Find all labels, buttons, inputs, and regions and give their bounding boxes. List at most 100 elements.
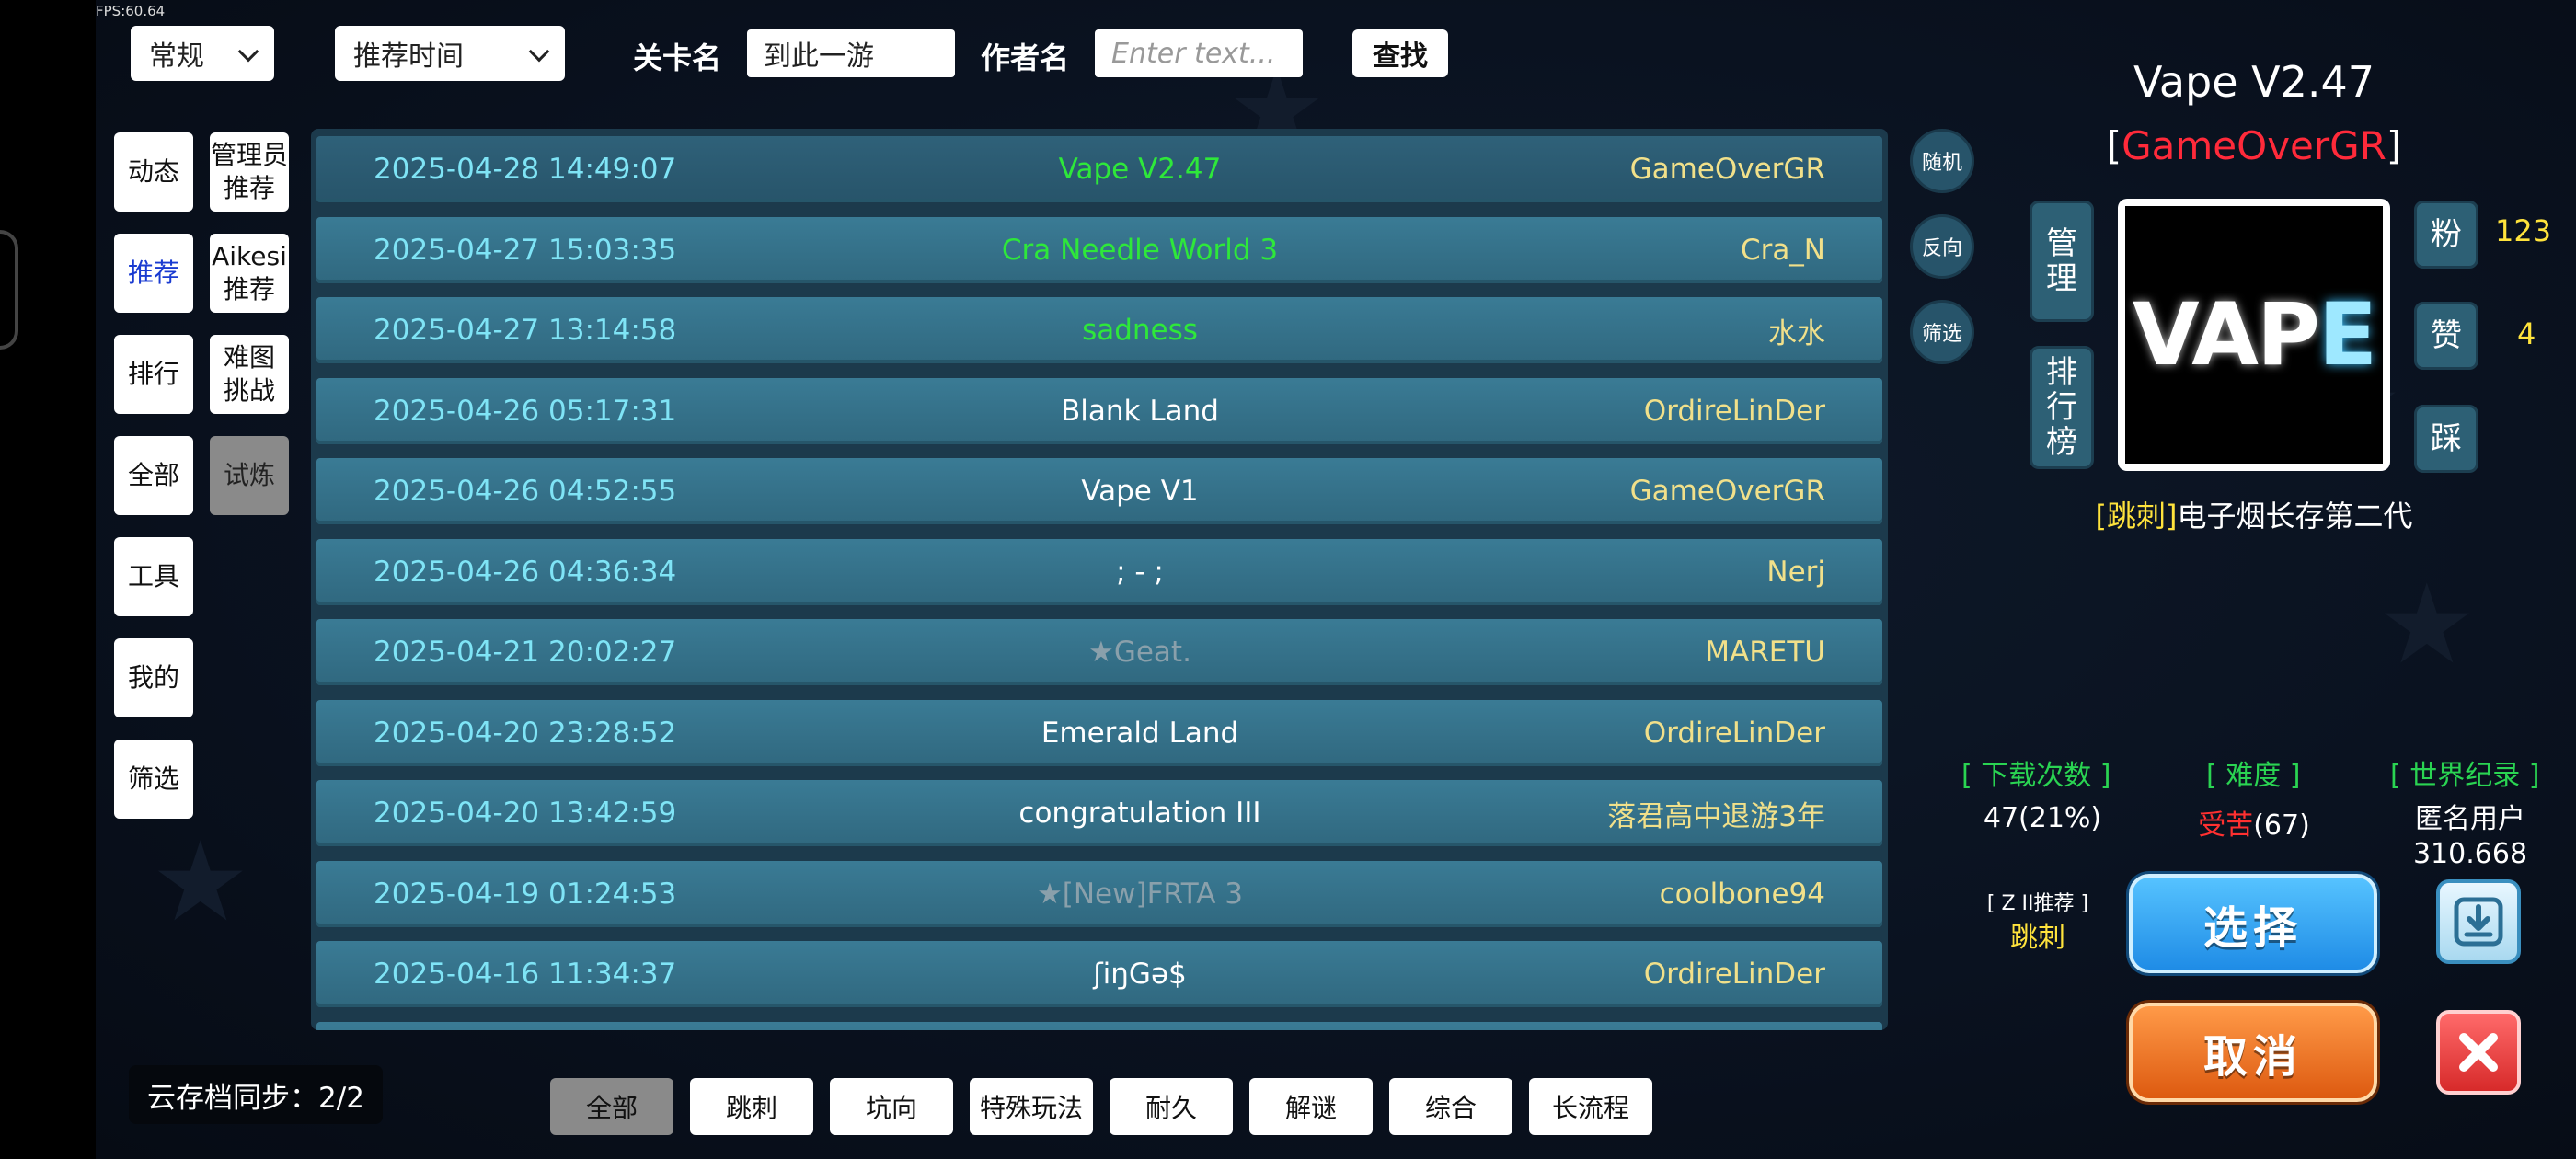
list-row[interactable]: 2025-04-20 13:42:59 congratulation III 落君高… [316, 780, 1882, 846]
chevron-down-icon [237, 40, 259, 63]
row-date: 2025-04-26 04:52:55 [374, 475, 677, 508]
list-row[interactable]: 2025-04-26 05:17:31 Blank Land OrdireLinDe… [316, 377, 1882, 444]
tab-admin-recommend[interactable]: 管理员 推荐 [210, 132, 289, 212]
chevron-down-icon [528, 40, 550, 63]
row-title: Vape V2.47 [1058, 153, 1222, 186]
row-author: coolbone94 [1659, 877, 1825, 911]
tab-dynamic[interactable]: 动态 [114, 132, 193, 212]
list-row[interactable]: 2025-04-19 01:24:53 ★[New]FRTA 3 coolbone9… [316, 860, 1882, 927]
tab-trial[interactable]: 试炼 [210, 436, 289, 515]
category-all[interactable]: 全部 [550, 1078, 673, 1135]
category-special[interactable]: 特殊玩法 [970, 1078, 1093, 1135]
tab-label-line: Aikesi [212, 241, 287, 271]
row-date: 2025-04-16 11:34:37 [374, 958, 677, 991]
row-author: 水水 [1768, 316, 1825, 350]
row-date: 2025-04-26 04:36:34 [374, 555, 677, 589]
leaderboard-button[interactable]: 排行榜 [2030, 346, 2094, 469]
cloud-sync-status: 云存档同步：2/2 [129, 1065, 383, 1124]
row-date: 2025-04-21 20:02:27 [374, 636, 677, 669]
device-notch [0, 230, 18, 350]
dislike-button[interactable]: 踩 [2414, 405, 2478, 473]
like-button[interactable]: 赞 [2414, 302, 2478, 370]
difficulty-heading: [ 难度 ] [2206, 760, 2301, 792]
level-description: [跳刺]电子烟长存第二代 [2006, 493, 2502, 535]
category-trap[interactable]: 坑向 [830, 1078, 953, 1135]
record-time: 310.668 [2412, 838, 2528, 870]
row-date: 2025-04-27 15:03:35 [374, 233, 677, 267]
fans-button[interactable]: 粉 [2414, 201, 2478, 269]
tab-mine[interactable]: 我的 [114, 638, 193, 717]
category-long[interactable]: 长流程 [1529, 1078, 1652, 1135]
level-title: Vape V2.47 [2133, 57, 2375, 107]
row-author: GameOverGR [1629, 475, 1825, 508]
level-tag: [跳刺] [2095, 499, 2178, 534]
close-button[interactable] [2436, 1010, 2521, 1095]
mode-dropdown[interactable]: 常规 [131, 26, 274, 81]
row-author: Nerj [1766, 555, 1825, 589]
list-row[interactable]: 2025-04-27 15:03:35 Cra Needle World 3 Cra… [316, 216, 1882, 283]
row-author: GameOverGR [1629, 153, 1825, 186]
list-row-partial [316, 1021, 1882, 1030]
tab-ranking[interactable]: 排行 [114, 335, 193, 414]
filter-round-button[interactable]: 筛选 [1910, 300, 1974, 364]
reverse-button[interactable]: 反向 [1910, 214, 1974, 279]
list-row[interactable]: 2025-04-28 14:49:07 Vape V2.47 GameOverGR [316, 136, 1882, 202]
download-button[interactable] [2436, 879, 2521, 964]
level-author[interactable]: [GameOverGR] [2006, 123, 2502, 168]
level-list[interactable]: 2025-04-28 14:49:07 Vape V2.47 GameOverGR 2… [311, 129, 1888, 1030]
cancel-button[interactable]: 取消 [2129, 1003, 2377, 1102]
row-author: 落君高中退游3年 [1607, 799, 1825, 833]
leaderboard-label: 排行榜 [2046, 354, 2077, 461]
row-title: ʃiŋGə$ [1093, 958, 1187, 991]
list-row[interactable]: 2025-04-21 20:02:27 ★Geat. MARETU [316, 619, 1882, 685]
recommend-tag: 跳刺 [2010, 922, 2065, 954]
category-endurance[interactable]: 耐久 [1110, 1078, 1233, 1135]
author-input[interactable] [1095, 29, 1303, 77]
manage-label: 管理 [2046, 225, 2077, 297]
screen: ★ ★ ★ ★ ★ FPS:60.64 常规 推荐时间 关卡名 作者名 查找 动… [0, 0, 2576, 1159]
author-label: 作者名 [981, 40, 1070, 75]
random-button[interactable]: 随机 [1910, 129, 1974, 193]
row-title: sadness [1082, 314, 1198, 347]
list-row[interactable]: 2025-04-16 11:34:37 ʃiŋGə$ OrdireLinDer [316, 941, 1882, 1007]
manage-button[interactable]: 管理 [2030, 201, 2094, 322]
thumbnail-text-main: VAP [2132, 284, 2320, 385]
thumbnail-art: VAPE [2125, 206, 2383, 464]
recommender-label: [ Z II推荐 ] [1986, 892, 2089, 915]
downloads-heading: [ 下载次数 ] [1961, 760, 2111, 792]
close-icon [2459, 1033, 2498, 1072]
list-row[interactable]: 2025-04-26 04:36:34 ; - ; Nerj [316, 538, 1882, 605]
fps-counter: FPS:60.64 [96, 3, 166, 19]
level-name-input[interactable] [747, 29, 955, 77]
level-desc-text: 电子烟长存第二代 [2177, 499, 2413, 534]
sort-dropdown-value: 推荐时间 [353, 40, 464, 73]
row-author: Cra_N [1740, 233, 1825, 267]
list-row[interactable]: 2025-04-27 13:14:58 sadness 水水 [316, 297, 1882, 363]
category-puzzle[interactable]: 解谜 [1249, 1078, 1373, 1135]
downloads-value: 47(21%) [1983, 802, 2102, 834]
record-heading: [ 世界纪录 ] [2390, 760, 2540, 792]
tab-tools[interactable]: 工具 [114, 537, 193, 616]
tab-all[interactable]: 全部 [114, 436, 193, 515]
list-row[interactable]: 2025-04-26 04:52:55 Vape V1 GameOverGR [316, 458, 1882, 524]
difficulty-number: (67) [2253, 809, 2310, 842]
row-author: OrdireLinDer [1643, 394, 1825, 428]
search-button[interactable]: 查找 [1352, 29, 1448, 77]
tab-recommend[interactable]: 推荐 [114, 234, 193, 313]
row-title: ★Geat. [1088, 636, 1191, 669]
fans-count: 123 [2495, 213, 2552, 248]
tab-filter[interactable]: 筛选 [114, 740, 193, 819]
row-title: ★[New]FRTA 3 [1036, 877, 1244, 911]
row-author: OrdireLinDer [1643, 716, 1825, 750]
sort-dropdown[interactable]: 推荐时间 [335, 26, 565, 81]
level-name-label: 关卡名 [633, 40, 722, 75]
row-date: 2025-04-26 05:17:31 [374, 394, 677, 428]
category-mixed[interactable]: 综合 [1389, 1078, 1512, 1135]
list-row[interactable]: 2025-04-20 23:28:52 Emerald Land OrdireLin… [316, 699, 1882, 766]
select-button[interactable]: 选择 [2129, 874, 2377, 973]
row-date: 2025-04-20 13:42:59 [374, 797, 677, 830]
tab-aikesi-recommend[interactable]: Aikesi 推荐 [210, 234, 289, 313]
tab-hard-challenge[interactable]: 难图 挑战 [210, 335, 289, 414]
category-spike[interactable]: 跳刺 [690, 1078, 813, 1135]
thumbnail-text: VAPE [2132, 284, 2377, 385]
